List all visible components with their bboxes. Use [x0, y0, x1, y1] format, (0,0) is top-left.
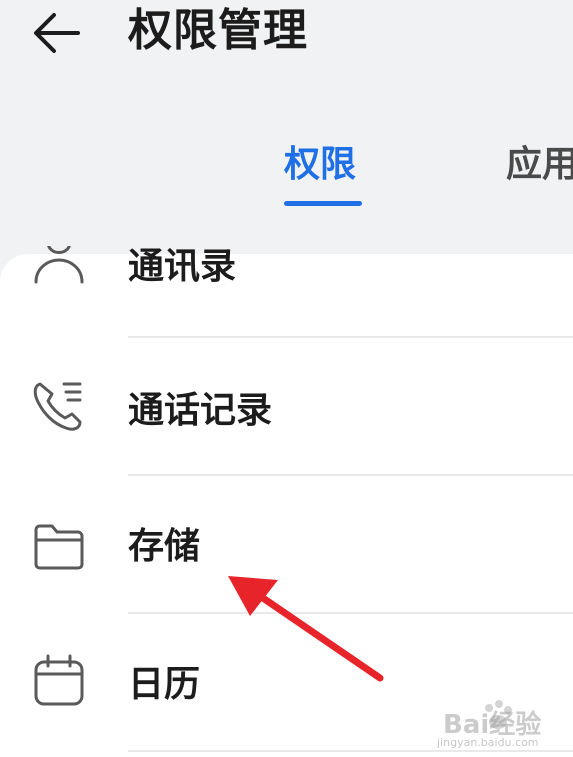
list-item-label: 通讯录 — [128, 246, 237, 287]
list-item-call-log[interactable]: 通话记录 — [0, 338, 573, 476]
call-log-icon — [33, 382, 82, 431]
calendar-icon — [34, 654, 84, 706]
contacts-icon — [34, 246, 84, 284]
watermark: Bai经验 jingyan.baidu.com — [425, 696, 565, 752]
list-item-label: 通话记录 — [128, 390, 273, 431]
arrow-left-icon — [34, 13, 80, 53]
annotation-arrow — [228, 576, 384, 682]
tab-apps[interactable]: 应用 — [506, 140, 573, 190]
tab-active-indicator — [284, 201, 362, 206]
watermark-url: jingyan.baidu.com — [437, 736, 539, 749]
tab-permissions[interactable]: 权限 — [284, 140, 356, 190]
page-title: 权限管理 — [128, 5, 308, 56]
folder-icon — [34, 524, 84, 570]
app-header: 权限管理 — [0, 0, 573, 110]
list-item-label: 存储 — [128, 526, 201, 567]
back-button[interactable] — [30, 6, 90, 56]
tab-bar: 权限 应用 — [0, 140, 573, 210]
list-item-label: 日历 — [128, 664, 201, 705]
